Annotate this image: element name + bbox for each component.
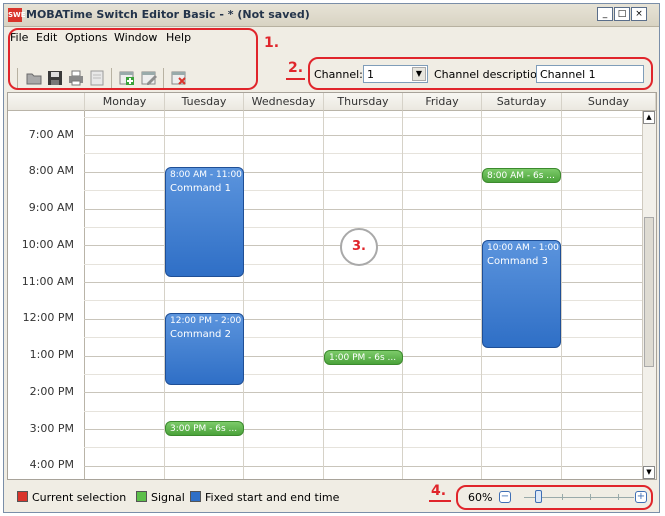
event-command: Command 1 [170, 183, 231, 194]
grid-line [402, 111, 403, 479]
scrollbar-thumb[interactable] [644, 217, 654, 367]
annotation-underline-2 [286, 78, 305, 80]
time-label: 2:00 PM [29, 385, 74, 398]
zoom-slider-tick [562, 494, 563, 500]
maximize-button[interactable]: □ [614, 7, 630, 21]
grid-line [84, 411, 644, 412]
zoom-slider-tick [590, 494, 591, 500]
day-header-wednesday: Wednesday [244, 93, 324, 111]
day-header-saturday: Saturday [482, 93, 562, 111]
zoom-in-icon[interactable]: + [635, 491, 647, 503]
time-label: 3:00 PM [29, 422, 74, 435]
event-time: 3:00 PM - 6s ... [170, 424, 238, 434]
event-command-2[interactable]: 12:00 PM - 2:00 P Command 2 [165, 313, 244, 385]
grid-line [561, 111, 562, 479]
title-bar: SWE MOBATime Switch Editor Basic - * (No… [4, 4, 659, 27]
time-label: 12:00 PM [22, 311, 74, 324]
day-header-tuesday: Tuesday [165, 93, 244, 111]
zoom-value: 60% [468, 491, 493, 504]
time-label: 4:00 PM [29, 458, 74, 471]
grid-line [84, 153, 644, 154]
annotation-label-1: 1. [264, 35, 280, 51]
zoom-out-icon[interactable]: − [499, 491, 511, 503]
event-command: Command 2 [170, 329, 231, 340]
time-column: 7:00 AM 8:00 AM 9:00 AM 10:00 AM 11:00 A… [8, 111, 85, 479]
day-header-thursday: Thursday [324, 93, 403, 111]
grid-line [84, 466, 644, 467]
grid-line [84, 392, 644, 393]
legend-signal-swatch [136, 491, 147, 502]
window-title: MOBATime Switch Editor Basic - * (Not sa… [26, 8, 310, 21]
time-label: 9:00 AM [28, 201, 74, 214]
legend-current-selection-label: Current selection [32, 491, 127, 504]
corner-header [8, 93, 85, 111]
event-command-1[interactable]: 8:00 AM - 11:00 A Command 1 [165, 167, 244, 277]
app-window: SWE MOBATime Switch Editor Basic - * (No… [3, 3, 660, 513]
day-header-sunday: Sunday [562, 93, 656, 111]
vertical-scrollbar[interactable]: ▲ ▼ [642, 111, 656, 479]
event-time: 12:00 PM - 2:00 P [170, 316, 244, 326]
event-time: 10:00 AM - 1:00 P [487, 243, 561, 253]
legend-fixed-label: Fixed start and end time [205, 491, 340, 504]
annotation-underline-4 [429, 500, 451, 502]
scroll-down-arrow-icon[interactable]: ▼ [643, 466, 655, 479]
event-command: Command 3 [487, 256, 548, 267]
event-signal[interactable]: 3:00 PM - 6s ... [165, 421, 244, 436]
event-command-3[interactable]: 10:00 AM - 1:00 P Command 3 [482, 240, 561, 348]
day-header-friday: Friday [403, 93, 482, 111]
annotation-menu-toolbar-outline [8, 28, 258, 90]
zoom-slider-thumb[interactable] [535, 490, 542, 503]
legend-fixed-swatch [190, 491, 201, 502]
time-label: 1:00 PM [29, 348, 74, 361]
close-button[interactable]: × [631, 7, 647, 21]
event-time: 8:00 AM - 6s ... [487, 171, 555, 181]
app-icon: SWE [8, 8, 26, 22]
time-label: 10:00 AM [21, 238, 74, 251]
zoom-slider-tick [618, 494, 619, 500]
status-bar: Current selection Signal Fixed start and… [4, 482, 659, 512]
annotation-label-2: 2. [288, 60, 304, 76]
grid-line [323, 111, 324, 479]
event-signal[interactable]: 1:00 PM - 6s ... [324, 350, 403, 365]
grid-line [84, 447, 644, 448]
time-label: 7:00 AM [28, 128, 74, 141]
grid-line [84, 117, 644, 118]
minimize-button[interactable]: _ [597, 7, 613, 21]
legend-signal-label: Signal [151, 491, 185, 504]
grid-line [84, 135, 644, 136]
event-signal[interactable]: 8:00 AM - 6s ... [482, 168, 561, 183]
week-calendar: Monday Tuesday Wednesday Thursday Friday… [7, 92, 657, 480]
time-label: 8:00 AM [28, 164, 74, 177]
scroll-up-arrow-icon[interactable]: ▲ [643, 111, 655, 124]
day-header-monday: Monday [85, 93, 165, 111]
legend-current-selection-swatch [17, 491, 28, 502]
annotation-label-4: 4. [431, 483, 447, 499]
time-label: 11:00 AM [21, 275, 74, 288]
annotation-channel-outline [308, 57, 653, 90]
annotation-label-3: 3. [340, 228, 378, 266]
event-time: 1:00 PM - 6s ... [329, 353, 397, 363]
event-time: 8:00 AM - 11:00 A [170, 170, 244, 180]
